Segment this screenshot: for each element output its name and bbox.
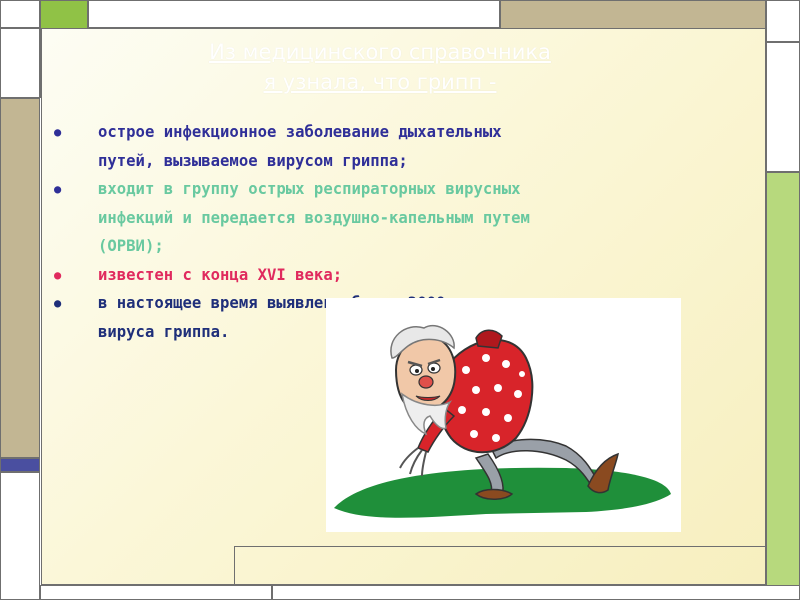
bottom-inner-block	[234, 546, 766, 586]
bullet-2-line-3: (ОРВИ);	[98, 237, 164, 255]
sick-old-man-illustration	[326, 298, 681, 532]
bullet-2-line-2: инфекций и передается воздушно-капельным…	[98, 208, 530, 227]
bullet-1-line-1: острое инфекционное заболевание дыхатель…	[98, 123, 502, 141]
bullet-dot-icon: ●	[54, 182, 62, 196]
sick-old-man-cartoon-icon	[334, 325, 671, 518]
bullet-item-2: ● входит в группу острых респираторных в…	[52, 175, 672, 261]
left-slate-block	[0, 458, 40, 472]
bullet-2-line-1: входит в группу острых респираторных вир…	[98, 180, 521, 198]
title-line-2: я узнала, что грипп -	[263, 70, 497, 94]
top-strip-block	[88, 0, 500, 28]
bullet-item-1: ● острое инфекционное заболевание дыхате…	[52, 118, 672, 175]
bullet-dot-icon: ●	[54, 125, 62, 139]
bullet-1-line-2: путей, вызываемое вирусом гриппа;	[98, 151, 408, 170]
left-bottom-block	[0, 472, 40, 600]
title-line-1: Из медицинского справочника	[209, 40, 551, 64]
left-top-block	[0, 0, 40, 28]
bullet-item-3: ● известен с конца XVI века;	[52, 261, 672, 290]
left-white-block	[0, 28, 40, 98]
bottom-strip-block	[40, 585, 272, 600]
right-white-block	[766, 42, 800, 172]
right-green-block	[766, 172, 800, 590]
bullet-3-line-1: известен с конца XVI века;	[98, 265, 343, 284]
top-right-block	[766, 0, 800, 42]
bullet-dot-icon: ●	[54, 296, 62, 310]
left-tan-block	[0, 98, 40, 458]
bottom-right-block	[272, 585, 800, 600]
slide-title: Из медицинского справочника я узнала, чт…	[100, 37, 660, 97]
bullet-dot-icon: ●	[54, 267, 62, 282]
